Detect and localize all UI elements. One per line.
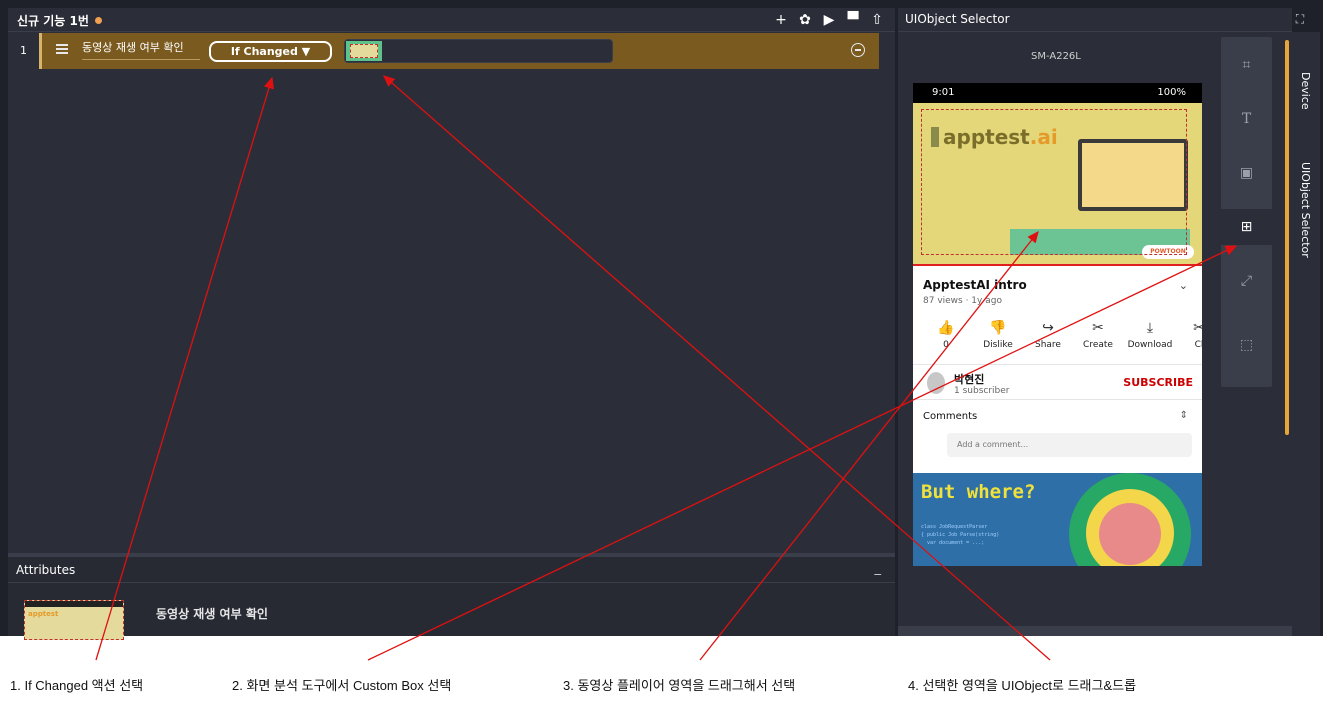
caption-step-1: 1. If Changed 액션 선택	[10, 678, 144, 693]
create-button[interactable]: ✂ Create	[1073, 318, 1123, 350]
caption-step-4: 4. 선택한 영역을 UIObject로 드래그&드롭	[908, 678, 1137, 693]
crop-select-icon[interactable]: ⬚	[1221, 327, 1272, 363]
action-dropdown[interactable]: If Changed ▼	[209, 41, 332, 62]
like-icon: 👍	[937, 320, 955, 336]
share-icon: ↪	[1042, 320, 1054, 336]
selector-header: UIObject Selector	[898, 8, 1292, 32]
channel-subscribers: 1 subscriber	[954, 386, 1010, 396]
expand-icon[interactable]: ⤢	[1221, 263, 1272, 299]
attribute-name: 동영상 재생 여부 확인	[156, 607, 268, 621]
video-meta: 87 views · 1y ago	[923, 296, 1002, 306]
dislike-icon: 👎	[989, 320, 1007, 336]
channel-name: 박현진	[954, 373, 985, 386]
caption-step-2: 2. 화면 분석 도구에서 Custom Box 선택	[232, 678, 452, 693]
status-time: 9:01	[932, 87, 955, 98]
remove-step-icon[interactable]	[851, 43, 865, 57]
minimize-button[interactable]: _	[875, 561, 882, 576]
attributes-header: Attributes _	[8, 557, 895, 583]
object-select-icon[interactable]: ⌗	[1221, 47, 1272, 83]
comments-heading: Comments	[923, 411, 978, 422]
step-label[interactable]: 동영상 재생 여부 확인	[82, 39, 200, 60]
scenario-editor: 신규 기능 1번 + ✿ ▶ ▀ ⇧	[8, 8, 895, 553]
video-actions: 👍0 👎Dislike ↪Share ✂Create ⤓Download ✂Cl	[913, 318, 1202, 358]
clip-button[interactable]: ✂Cl	[1174, 318, 1202, 350]
selector-footer	[898, 626, 1292, 636]
add-comment-input[interactable]: Add a comment...	[947, 433, 1192, 457]
attribute-thumbnail-logo: apptest	[28, 610, 59, 618]
download-button[interactable]: ⤓ Download	[1125, 318, 1175, 350]
subscribe-button[interactable]: SUBSCRIBE	[1123, 376, 1193, 389]
step-row[interactable]: 동영상 재생 여부 확인 If Changed ▼	[39, 33, 879, 69]
export-icon[interactable]: ⇧	[869, 11, 885, 29]
scrollbar[interactable]	[1285, 40, 1289, 435]
analysis-toolbar: ⌗ T ▣ ⊞ ⤢ ⬚	[1221, 37, 1272, 387]
device-name: SM-A226L	[1031, 51, 1081, 62]
add-step-icon[interactable]: +	[773, 11, 789, 29]
side-tabs: Device UIObject Selector	[1292, 32, 1320, 636]
screen-capture-icon[interactable]: ⛶	[1287, 8, 1313, 32]
caption-step-3: 3. 동영상 플레이어 영역을 드래그해서 선택	[563, 678, 796, 693]
tab-uiobject-selector[interactable]: UIObject Selector	[1299, 162, 1312, 258]
status-bar: 9:01 100%	[913, 83, 1202, 103]
custom-box-icon[interactable]: ⊞	[1221, 209, 1272, 245]
device-screen[interactable]: 9:01 100% apptest.ai POWTOON ApptestAI i…	[913, 83, 1202, 566]
chevron-down-icon[interactable]: ⌄	[1179, 279, 1188, 292]
attribute-thumbnail: apptest	[24, 600, 124, 640]
next-video-title: But where?	[921, 481, 1036, 503]
tab-device[interactable]: Device	[1299, 72, 1312, 110]
uiobject-thumbnail	[346, 41, 382, 61]
attributes-panel: Attributes _ apptest 동영상 재생 여부 확인	[8, 553, 895, 640]
dislike-button[interactable]: 👎 Dislike	[973, 318, 1023, 350]
video-progress	[913, 264, 1202, 266]
video-title: ApptestAI intro	[923, 278, 1027, 292]
like-button[interactable]: 👍 0	[921, 318, 971, 350]
settings-icon[interactable]: ✿	[797, 11, 813, 29]
custom-box-selection[interactable]	[921, 109, 1187, 255]
editor-header: 신규 기능 1번 + ✿ ▶ ▀ ⇧	[8, 8, 895, 32]
image-select-icon[interactable]: ▣	[1221, 155, 1272, 191]
create-icon: ✂	[1092, 320, 1104, 336]
editor-toolbar: + ✿ ▶ ▀ ⇧	[773, 11, 885, 29]
clip-icon: ✂	[1193, 320, 1202, 336]
step-number: 1	[20, 44, 27, 57]
run-icon[interactable]: ▶	[821, 11, 837, 29]
diagram-inner-ring	[1099, 503, 1161, 565]
comments-toggle-icon[interactable]: ⇕	[1180, 410, 1188, 421]
text-select-icon[interactable]: T	[1221, 101, 1272, 137]
download-icon: ⤓	[1146, 320, 1154, 336]
video-player[interactable]: apptest.ai POWTOON	[913, 103, 1202, 266]
unsaved-indicator	[94, 17, 102, 24]
selector-title: UIObject Selector	[905, 12, 1010, 26]
next-video-thumbnail[interactable]: But where? class JobRequestParser{ publi…	[913, 473, 1202, 566]
avatar[interactable]	[927, 372, 945, 394]
scenario-title-text: 신규 기능 1번	[17, 14, 89, 28]
channel-row[interactable]: 박현진 1 subscriber SUBSCRIBE	[913, 364, 1202, 400]
save-icon[interactable]: ▀	[845, 11, 861, 29]
status-battery: 100%	[1157, 87, 1186, 98]
share-button[interactable]: ↪ Share	[1023, 318, 1073, 350]
attributes-title: Attributes	[16, 563, 76, 577]
drag-handle-icon[interactable]	[56, 44, 68, 56]
app-window: 신규 기능 1번 + ✿ ▶ ▀ ⇧ 1 동영상 재생 여부 확인 If Cha…	[0, 0, 1323, 640]
code-snippet: class JobRequestParser{ public Job Parse…	[921, 524, 1000, 546]
uiobject-drop-slot[interactable]	[344, 39, 613, 63]
scenario-title: 신규 기능 1번	[17, 12, 102, 29]
